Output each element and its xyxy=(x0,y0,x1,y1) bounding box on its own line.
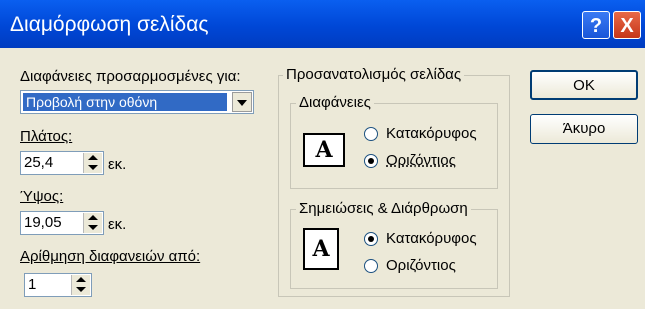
arrow-down-icon[interactable] xyxy=(88,225,98,230)
arrow-up-icon[interactable] xyxy=(88,215,98,220)
slides-sized-for-label: Διαφάνειες προσαρμοσμένες για: xyxy=(20,68,241,85)
numbering-stepper[interactable]: 1 xyxy=(24,273,92,297)
width-stepper-arrows[interactable] xyxy=(83,153,102,173)
slides-landscape-radio[interactable] xyxy=(364,154,378,168)
height-value: 19,05 xyxy=(24,214,62,231)
notes-portrait-radio[interactable] xyxy=(364,232,378,246)
width-label: Πλάτος: xyxy=(20,128,73,145)
numbering-value: 1 xyxy=(28,276,37,293)
notes-orientation-label: Σημειώσεις & Διάρθρωση xyxy=(296,200,471,217)
width-unit: εκ. xyxy=(108,156,127,173)
slides-landscape-label[interactable]: Οριζόντιος xyxy=(386,152,456,169)
title-bar[interactable]: Διαμόρφωση σελίδας ? X xyxy=(0,0,645,48)
slides-portrait-label[interactable]: Κατακόρυφος xyxy=(386,125,477,142)
arrow-down-icon[interactable] xyxy=(88,165,98,170)
width-value: 25,4 xyxy=(24,154,54,171)
notes-landscape-label[interactable]: Οριζόντιος xyxy=(386,257,456,274)
numbering-stepper-arrows[interactable] xyxy=(71,275,90,295)
chevron-down-icon[interactable] xyxy=(232,92,252,112)
portrait-page-icon: A xyxy=(303,228,339,270)
arrow-up-icon[interactable] xyxy=(76,277,86,282)
page-setup-dialog: Διαμόρφωση σελίδας ? X Διαφάνειες προσαρ… xyxy=(0,0,645,309)
notes-landscape-radio[interactable] xyxy=(364,259,378,273)
slides-portrait-radio[interactable] xyxy=(364,127,378,141)
arrow-up-icon[interactable] xyxy=(88,155,98,160)
slides-sized-for-value: Προβολή στην οθόνη xyxy=(23,93,227,111)
height-stepper-arrows[interactable] xyxy=(83,213,102,233)
notes-portrait-label[interactable]: Κατακόρυφος xyxy=(386,230,477,247)
slides-orientation-label: Διαφάνειες xyxy=(296,94,374,111)
cancel-button[interactable]: Άκυρο xyxy=(530,114,638,144)
landscape-page-icon: A xyxy=(303,133,345,167)
width-stepper[interactable]: 25,4 xyxy=(20,151,104,175)
height-unit: εκ. xyxy=(108,216,127,233)
numbering-label: Αρίθμηση διαφανειών από: xyxy=(20,248,201,265)
orientation-group-label: Προσανατολισμός σελίδας xyxy=(283,66,465,83)
ok-button[interactable]: OK xyxy=(530,70,638,100)
dialog-title: Διαμόρφωση σελίδας xyxy=(10,13,209,36)
height-label: Ύψος: xyxy=(20,188,64,205)
slides-sized-for-select[interactable]: Προβολή στην οθόνη xyxy=(20,90,254,114)
close-button[interactable]: X xyxy=(613,11,641,39)
arrow-down-icon[interactable] xyxy=(76,287,86,292)
help-button[interactable]: ? xyxy=(582,11,610,39)
height-stepper[interactable]: 19,05 xyxy=(20,211,104,235)
